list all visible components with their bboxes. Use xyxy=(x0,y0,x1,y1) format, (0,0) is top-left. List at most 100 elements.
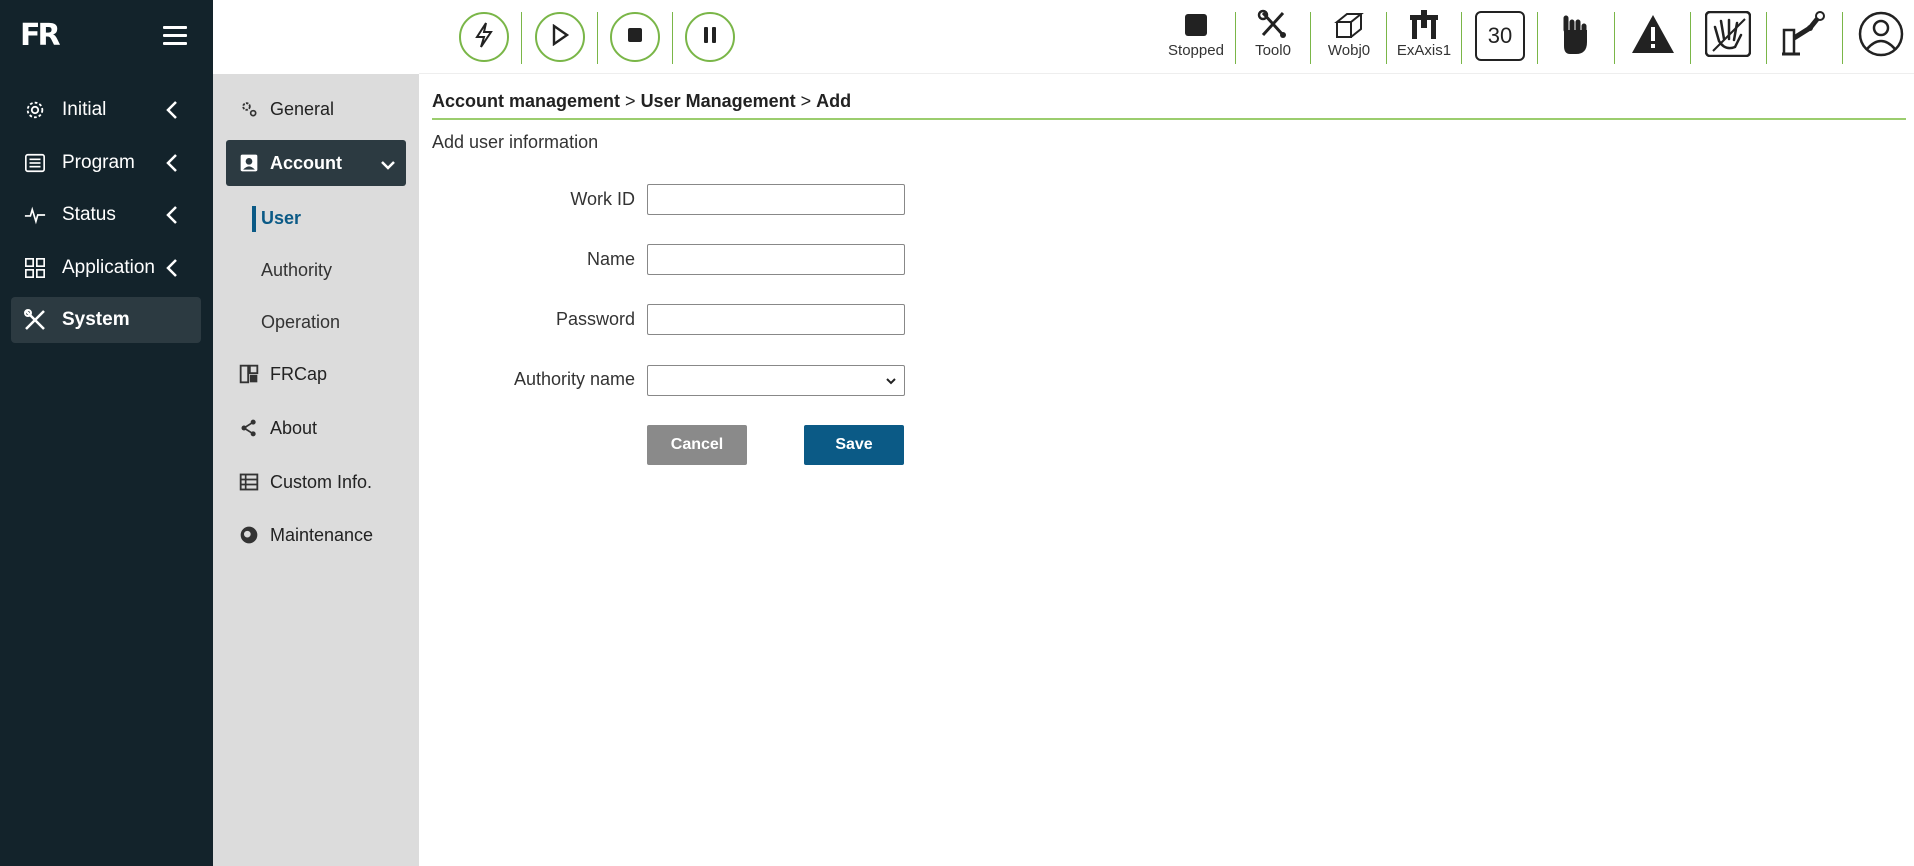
pulse-icon xyxy=(21,201,49,229)
share-icon xyxy=(238,417,260,439)
submenu-label: FRCap xyxy=(270,363,328,384)
nav-label: System xyxy=(62,309,130,330)
nav-item-status[interactable]: Status xyxy=(11,192,201,238)
robot-button[interactable] xyxy=(1777,10,1831,62)
submenu-item-maintenance[interactable]: Maintenance xyxy=(226,512,406,558)
breadcrumb-add: Add xyxy=(816,91,852,111)
drag-mode-button[interactable] xyxy=(1701,10,1755,62)
submenu-label: About xyxy=(270,417,318,438)
lightning-icon xyxy=(472,21,496,54)
stop-button[interactable] xyxy=(610,12,660,62)
title-underline xyxy=(432,118,1906,120)
frcap-icon xyxy=(238,363,260,385)
chevron-left-icon xyxy=(165,205,179,231)
system-submenu: General Account User Authority Operation… xyxy=(213,74,419,866)
nav-item-initial[interactable]: Initial xyxy=(11,87,201,133)
toolbar-divider xyxy=(1690,12,1691,64)
gear-icon xyxy=(21,96,49,124)
nav-label: Status xyxy=(62,204,116,225)
submenu-item-custom-info[interactable]: Custom Info. xyxy=(226,459,406,505)
toolbar-divider xyxy=(1310,12,1311,64)
nav-item-application[interactable]: Application xyxy=(11,245,201,291)
password-label: Password xyxy=(555,309,635,329)
maintenance-icon xyxy=(238,524,260,546)
submenu-child-operation[interactable]: Operation xyxy=(261,312,340,333)
grid-icon xyxy=(21,254,49,282)
hand-icon xyxy=(1558,12,1594,61)
name-label: Name xyxy=(586,249,635,269)
nav-label: Program xyxy=(62,152,135,173)
tool-label: Tool0 xyxy=(1255,42,1291,59)
breadcrumb-user-management[interactable]: User Management xyxy=(641,91,796,111)
nav-label: Initial xyxy=(62,99,107,120)
chevron-down-icon xyxy=(380,155,396,176)
nav-item-system[interactable]: System xyxy=(11,297,201,343)
work-id-label: Work ID xyxy=(570,189,635,209)
submenu-item-general[interactable]: General xyxy=(226,86,406,132)
external-axis-label: ExAxis1 xyxy=(1396,42,1452,59)
gears-icon xyxy=(238,98,260,120)
enable-button[interactable] xyxy=(459,12,509,62)
nav-item-program[interactable]: Program xyxy=(11,140,201,186)
warning-icon xyxy=(1630,13,1676,60)
breadcrumb-account-management[interactable]: Account management xyxy=(432,91,620,111)
warning-button[interactable] xyxy=(1626,10,1680,62)
save-button[interactable]: Save xyxy=(804,425,904,465)
submenu-item-frcap[interactable]: FRCap xyxy=(226,351,406,397)
breadcrumb-separator: > xyxy=(625,91,636,111)
submenu-child-user[interactable]: User xyxy=(251,206,301,232)
toolbar-divider xyxy=(1461,12,1462,64)
password-input[interactable] xyxy=(647,304,905,335)
toolbar-divider xyxy=(597,12,598,64)
submenu-child-authority[interactable]: Authority xyxy=(261,260,332,281)
authority-name-select[interactable] xyxy=(647,365,905,396)
chevron-down-icon xyxy=(885,374,897,392)
cancel-button[interactable]: Cancel xyxy=(647,425,747,465)
header-divider xyxy=(419,73,1914,74)
stop-square-icon xyxy=(1184,8,1208,42)
workobject-indicator[interactable]: Wobj0 xyxy=(1314,8,1384,66)
submenu-item-about[interactable]: About xyxy=(226,405,406,451)
submenu-item-account[interactable]: Account xyxy=(226,140,406,186)
toolbar-divider xyxy=(1235,12,1236,64)
user-avatar-icon xyxy=(1858,11,1904,62)
play-button[interactable] xyxy=(535,12,585,62)
toolbar-divider xyxy=(672,12,673,64)
hand-drag-icon xyxy=(1704,10,1752,62)
submenu-label: Account xyxy=(270,152,342,173)
tool-indicator[interactable]: Tool0 xyxy=(1238,8,1308,66)
menu-toggle-icon[interactable] xyxy=(163,26,187,46)
work-id-input[interactable] xyxy=(647,184,905,215)
toolbar-divider xyxy=(1614,12,1615,64)
stop-icon xyxy=(626,26,644,49)
breadcrumb-separator: > xyxy=(800,91,812,111)
play-icon xyxy=(550,23,570,51)
wrench-icon xyxy=(1257,8,1289,42)
external-axis-indicator[interactable]: ExAxis1 xyxy=(1389,8,1459,66)
gantry-icon xyxy=(1407,8,1441,42)
toolbar-divider xyxy=(521,12,522,64)
chevron-left-icon xyxy=(165,100,179,126)
run-status-label: Stopped xyxy=(1168,42,1224,59)
app-logo: FR xyxy=(20,18,61,53)
account-icon xyxy=(238,152,260,174)
toolbar-divider xyxy=(1537,12,1538,64)
run-status-indicator[interactable]: Stopped xyxy=(1161,8,1231,66)
robot-arm-icon xyxy=(1780,10,1828,63)
pause-icon xyxy=(701,25,719,50)
toolbar-divider xyxy=(1766,12,1767,64)
pause-button[interactable] xyxy=(685,12,735,62)
tools-icon xyxy=(21,306,49,334)
chevron-left-icon xyxy=(165,153,179,179)
name-input[interactable] xyxy=(647,244,905,275)
speed-indicator[interactable]: 30 xyxy=(1473,10,1527,62)
submenu-label: General xyxy=(270,98,335,119)
main-sidebar: FR Initial Program Status Application Sy xyxy=(0,0,213,866)
chevron-left-icon xyxy=(165,258,179,284)
authority-name-label: Authority name xyxy=(513,369,635,389)
toolbar-divider xyxy=(1386,12,1387,64)
teach-mode-button[interactable] xyxy=(1549,10,1603,62)
nav-label: Application xyxy=(62,257,155,278)
form-title: Add user information xyxy=(432,132,599,152)
user-profile-button[interactable] xyxy=(1854,10,1908,62)
